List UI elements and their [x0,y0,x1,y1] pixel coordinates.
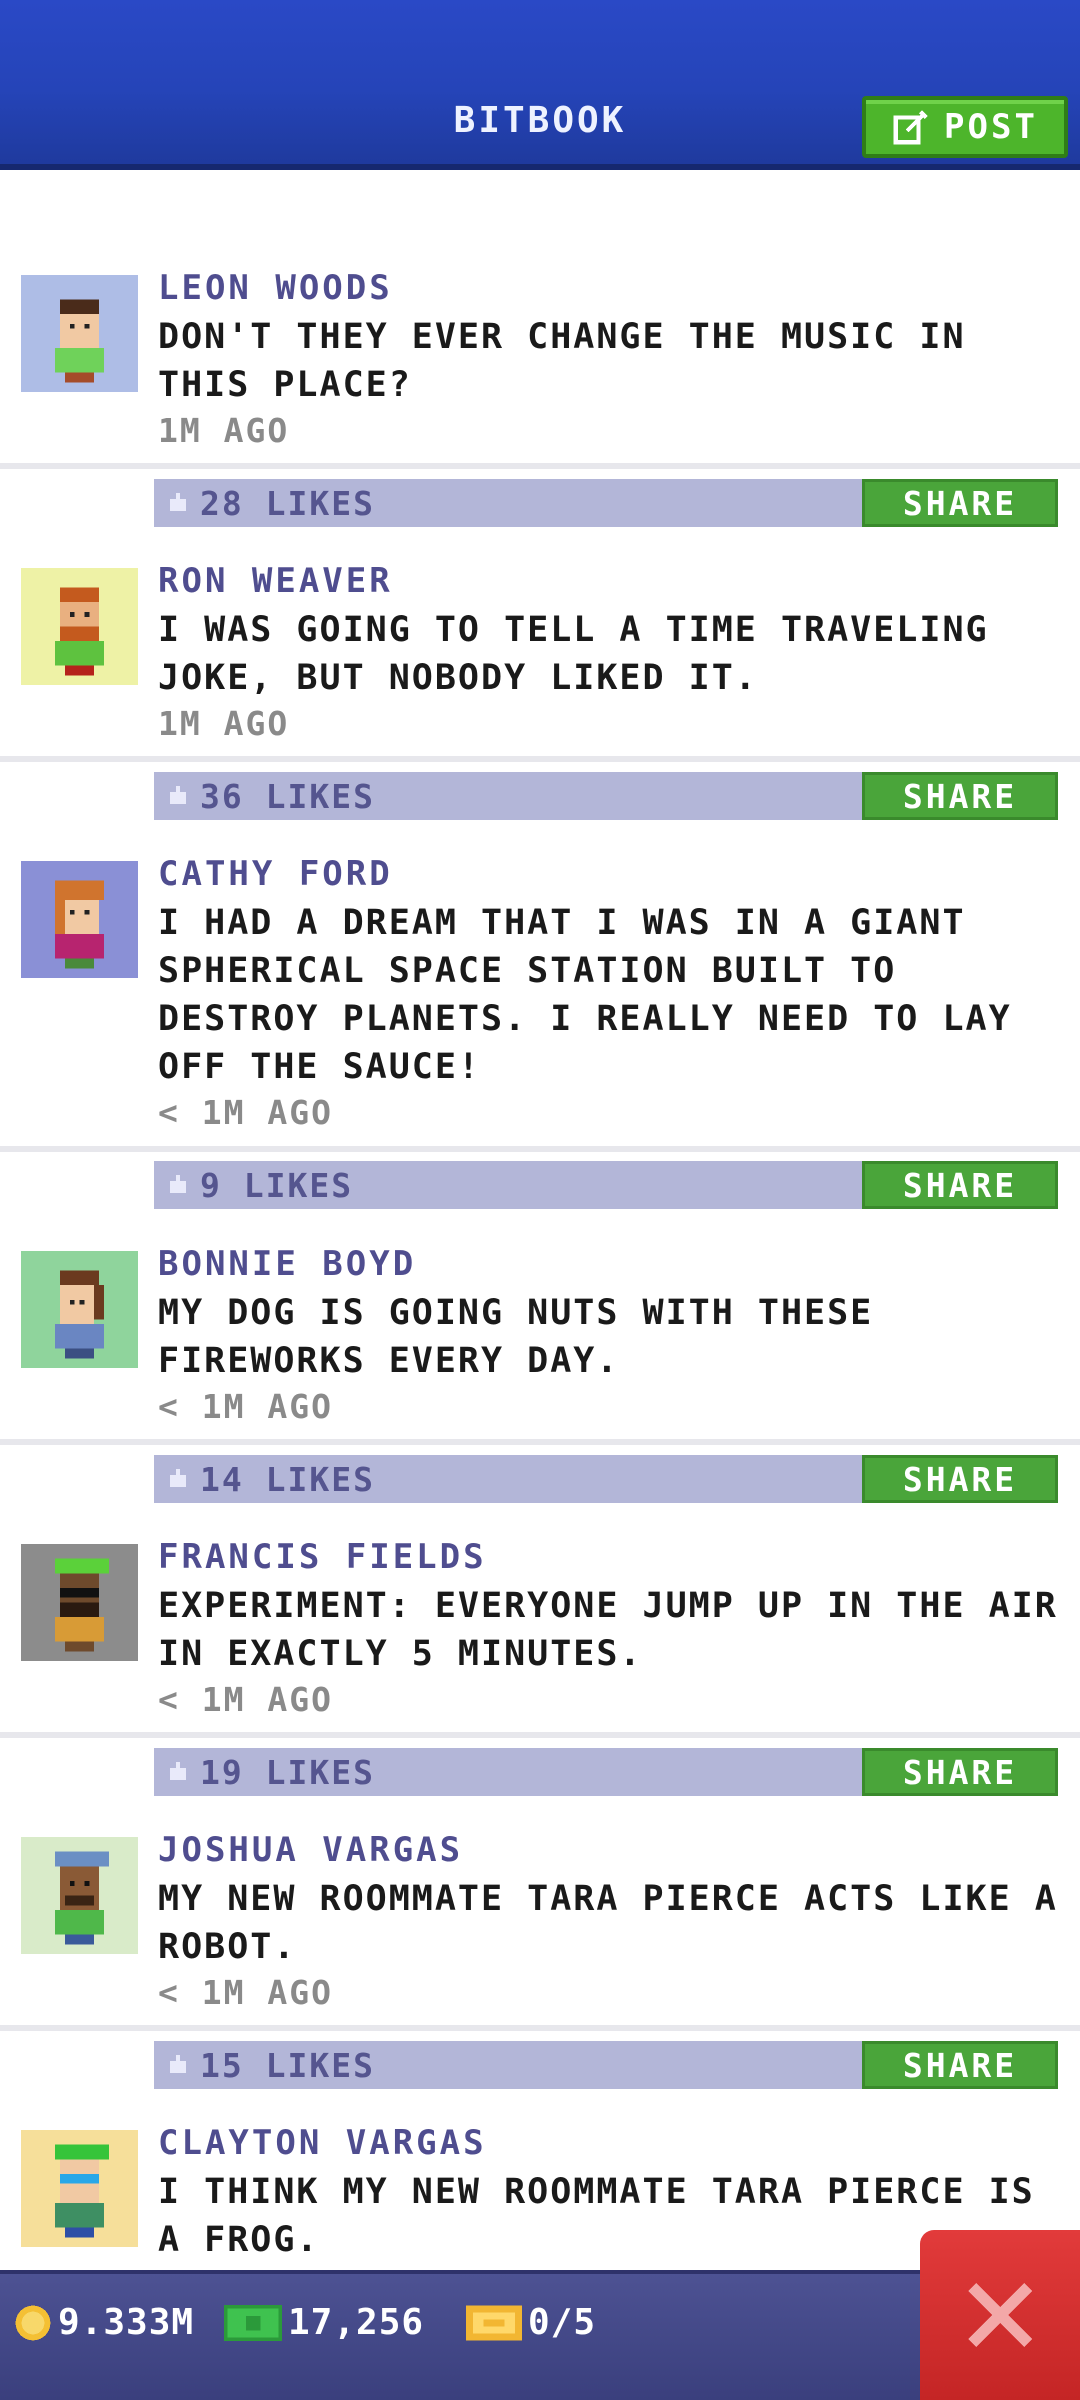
close-button[interactable] [920,2230,1080,2400]
post-timestamp: < 1M AGO [158,1093,333,1132]
post-author[interactable]: BONNIE BOYD [158,1244,416,1284]
post-author[interactable]: JOSHUA VARGAS [158,1830,463,1870]
post-author[interactable]: CATHY FORD [158,854,393,894]
post-timestamp: 1M AGO [158,704,290,743]
list-item: RON WEAVER I WAS GOING TO TELL A TIME TR… [0,469,1080,820]
post-author[interactable]: CLAYTON VARGAS [158,2123,487,2163]
post-button[interactable]: POST [862,96,1068,158]
list-item: CLAYTON VARGAS I THINK MY NEW ROOMMATE T… [0,2031,1080,2270]
post-message: I WAS GOING TO TELL A TIME TRAVELING JOK… [158,610,989,698]
avatar[interactable] [21,275,138,392]
coin-icon [15,2305,51,2340]
avatar[interactable] [21,1251,138,1368]
avatar[interactable] [21,1544,138,1661]
post-message: I HAD A DREAM THAT I WAS IN A GIANT SPHE… [158,903,1012,1087]
compose-icon [892,108,930,146]
post-timestamp: < 1M AGO [158,1973,333,2012]
list-item: JOSHUA VARGAS MY NEW ROOMMATE TARA PIERC… [0,1738,1080,2089]
post-timestamp: 1M AGO [158,411,290,450]
avatar[interactable] [21,861,138,978]
avatar[interactable] [21,568,138,685]
top-bar: BITBOOK POST [0,0,1080,170]
post-timestamp: < 1M AGO [158,1387,333,1426]
bux-display[interactable]: 17,256 [224,2302,424,2343]
coins-display[interactable]: 9.333M [14,2302,194,2343]
coins-count: 9.333M [58,2302,195,2343]
tickets-display[interactable]: 0/5 [466,2302,596,2343]
list-item: CATHY FORD I HAD A DREAM THAT I WAS IN A… [0,762,1080,1209]
post-message: EXPERIMENT: EVERYONE JUMP UP IN THE AIR … [158,1586,1058,1674]
ticket-icon [466,2305,522,2340]
list-item: FRANCIS FIELDS EXPERIMENT: EVERYONE JUMP… [0,1445,1080,1796]
bottom-status-bar: 9.333M 17,256 0/5 [0,2270,1080,2400]
list-item: BONNIE BOYD MY DOG IS GOING NUTS WITH TH… [0,1152,1080,1503]
post-button-label: POST [944,107,1038,147]
post-author[interactable]: RON WEAVER [158,561,393,601]
close-icon [968,2283,1032,2347]
post-author[interactable]: LEON WOODS [158,268,393,308]
bux-icon [224,2304,282,2341]
feed-list[interactable]: LEON WOODS DON'T THEY EVER CHANGE THE MU… [0,176,1080,2270]
post-timestamp: < 1M AGO [158,1680,333,1719]
post-message: MY NEW ROOMMATE TARA PIERCE ACTS LIKE A … [158,1879,1058,1967]
avatar[interactable] [21,1837,138,1954]
bux-count: 17,256 [288,2302,425,2343]
list-item: LEON WOODS DON'T THEY EVER CHANGE THE MU… [0,176,1080,527]
post-message: DON'T THEY EVER CHANGE THE MUSIC IN THIS… [158,317,966,405]
post-message: MY DOG IS GOING NUTS WITH THESE FIREWORK… [158,1293,874,1381]
tickets-count: 0/5 [528,2302,597,2343]
post-author[interactable]: FRANCIS FIELDS [158,1537,487,1577]
avatar[interactable] [21,2130,138,2247]
